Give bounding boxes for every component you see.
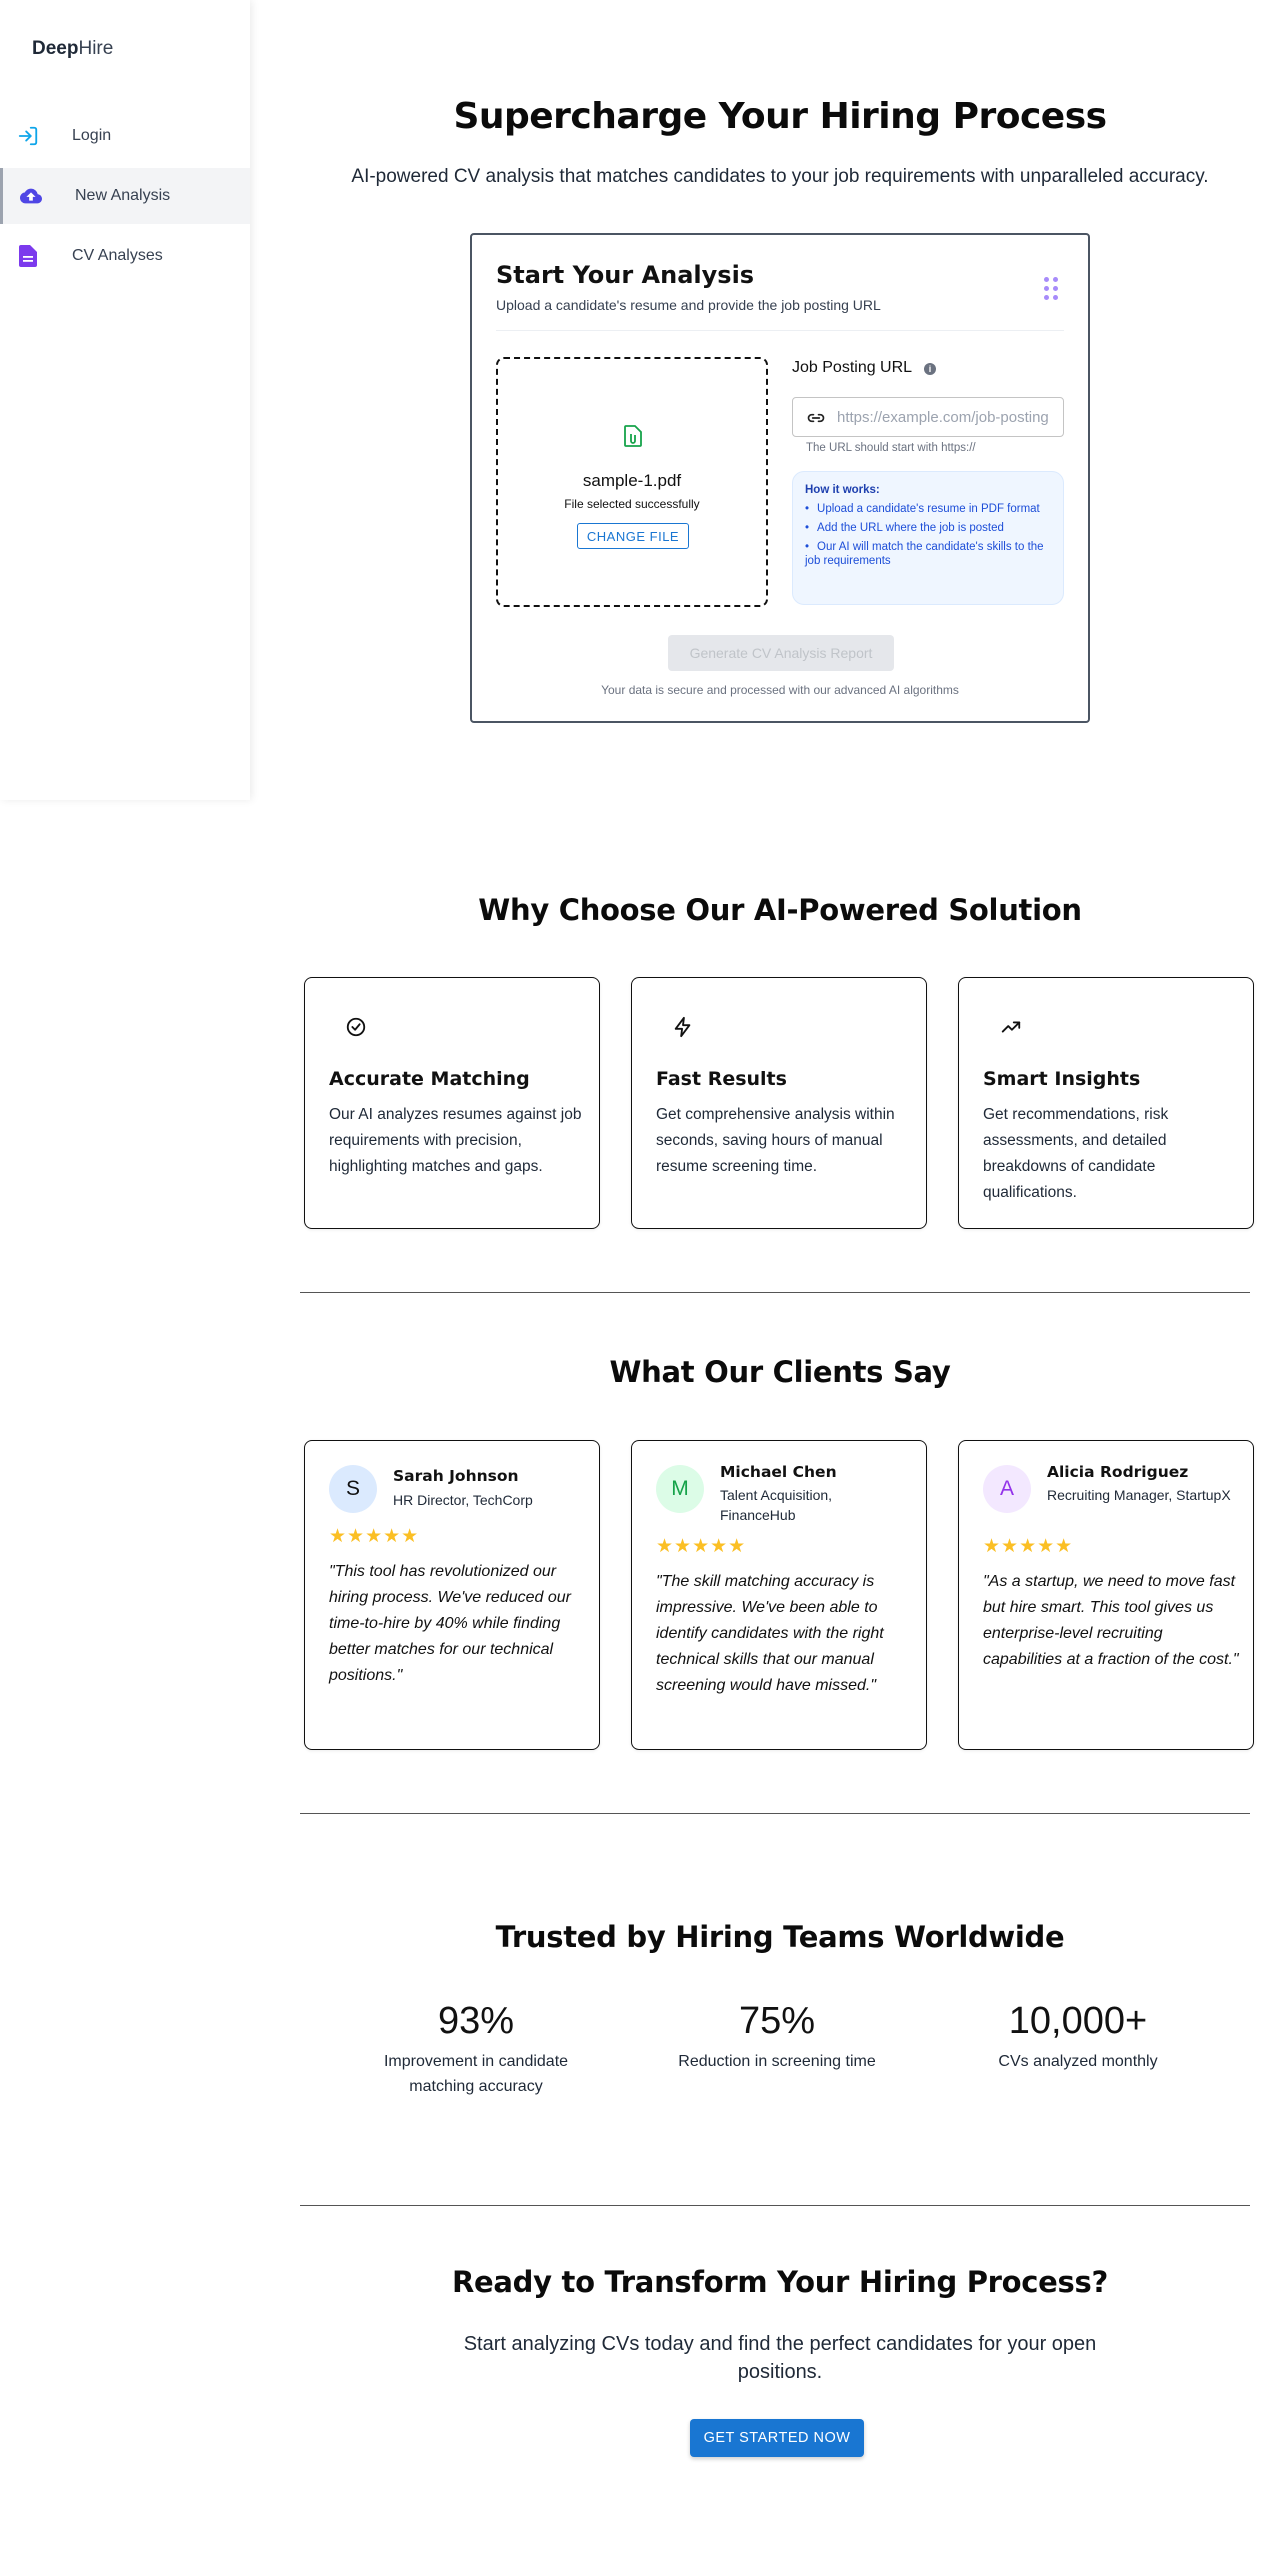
testimonial-card: M Michael Chen Talent Acquisition, Finan…: [631, 1440, 927, 1750]
cta-subtitle: Start analyzing CVs today and find the p…: [463, 2333, 1097, 2383]
stat-value: 75%: [738, 2000, 816, 2042]
link-icon: [805, 408, 827, 433]
how-it-works-heading: How it works:: [805, 484, 880, 496]
change-file-button[interactable]: CHANGE FILE: [577, 523, 689, 549]
sidebar: DeepHire Login New Analysis CV Analyses: [0, 0, 250, 800]
avatar: S: [329, 1465, 377, 1513]
stat-value: 93%: [437, 2000, 515, 2042]
feature-card: Smart Insights Get recommendations, risk…: [958, 977, 1254, 1229]
job-url-field[interactable]: [792, 397, 1064, 437]
stats-title: Trusted by Hiring Teams Worldwide: [495, 1920, 1065, 1954]
analysis-card: Start Your Analysis Upload a candidate's…: [470, 233, 1090, 723]
sidebar-item-new-analysis[interactable]: New Analysis: [0, 168, 250, 224]
testimonial-role: Talent Acquisition, FinanceHub: [720, 1487, 833, 1523]
cloud-upload-icon: [19, 184, 43, 208]
testimonials-title: What Our Clients Say: [609, 1355, 951, 1389]
stat-value: 10,000+: [1008, 2000, 1148, 2042]
divider: [300, 1292, 1250, 1293]
list-item: Upload a candidate's resume in PDF forma…: [805, 502, 1051, 516]
star-rating: ★★★★★: [983, 1536, 1074, 1557]
file-status: File selected successfully: [564, 497, 700, 511]
feature-description: Get comprehensive analysis within second…: [656, 1106, 895, 1175]
feature-card: Fast Results Get comprehensive analysis …: [631, 977, 927, 1229]
testimonial-quote: "This tool has revolutionized our hiring…: [329, 1563, 571, 1684]
star-rating: ★★★★★: [329, 1526, 420, 1547]
testimonial-card: S Sarah Johnson HR Director, TechCorp ★★…: [304, 1440, 600, 1750]
stat-item: 10,000+ CVs analyzed monthly: [953, 2000, 1203, 2074]
feature-description: Our AI analyzes resumes against job requ…: [329, 1106, 582, 1175]
divider: [300, 2205, 1250, 2206]
security-note: Your data is secure and processed with o…: [601, 683, 959, 697]
testimonial-card: A Alicia Rodriguez Recruiting Manager, S…: [958, 1440, 1254, 1750]
drag-handle-icon[interactable]: [1044, 277, 1058, 301]
card-title: Start Your Analysis: [496, 261, 755, 289]
file-name: sample-1.pdf: [582, 471, 682, 490]
how-it-works-box: How it works: Upload a candidate's resum…: [792, 471, 1064, 605]
sidebar-item-cv-analyses[interactable]: CV Analyses: [0, 228, 250, 284]
login-icon: [16, 124, 40, 148]
list-item: Our AI will match the candidate's skills…: [805, 540, 1051, 568]
file-dropzone[interactable]: sample-1.pdf File selected successfully …: [496, 357, 768, 607]
job-url-input[interactable]: [837, 406, 1057, 428]
cta-title: Ready to Transform Your Hiring Process?: [452, 2265, 1108, 2299]
card-subtitle: Upload a candidate's resume and provide …: [496, 297, 881, 313]
divider: [300, 1813, 1250, 1814]
feature-card: Accurate Matching Our AI analyzes resume…: [304, 977, 600, 1229]
lightning-icon: [672, 1016, 694, 1043]
sidebar-item-label: Login: [72, 127, 112, 144]
feature-description: Get recommendations, risk assessments, a…: [983, 1106, 1169, 1201]
avatar: A: [983, 1465, 1031, 1513]
get-started-button[interactable]: GET STARTED NOW: [690, 2419, 864, 2457]
brand-logo[interactable]: DeepHire: [32, 38, 113, 60]
sidebar-item-label: New Analysis: [75, 187, 171, 204]
sidebar-item-login[interactable]: Login: [0, 108, 250, 164]
pdf-file-icon: [624, 425, 642, 452]
feature-title: Smart Insights: [983, 1068, 1141, 1090]
check-circle-icon: [345, 1016, 367, 1043]
avatar: M: [656, 1465, 704, 1513]
stat-item: 75% Reduction in screening time: [652, 2000, 902, 2074]
testimonial-quote: "The skill matching accuracy is impressi…: [656, 1573, 884, 1694]
features-title: Why Choose Our AI-Powered Solution: [478, 893, 1082, 927]
testimonial-name: Alicia Rodriguez: [1047, 1463, 1189, 1481]
info-icon[interactable]: i: [924, 363, 936, 375]
testimonial-name: Sarah Johnson: [393, 1467, 519, 1485]
stat-item: 93% Improvement in candidate matching ac…: [351, 2000, 601, 2099]
hero-subtitle: AI-powered CV analysis that matches cand…: [351, 166, 1209, 187]
star-rating: ★★★★★: [656, 1536, 747, 1557]
feature-title: Accurate Matching: [329, 1068, 530, 1090]
url-helper-text: The URL should start with https://: [806, 442, 976, 454]
testimonial-role: Recruiting Manager, StartupX: [1047, 1487, 1231, 1503]
sidebar-item-label: CV Analyses: [72, 247, 163, 264]
stat-label: Improvement in candidate matching accura…: [383, 2053, 569, 2095]
testimonial-name: Michael Chen: [720, 1463, 837, 1481]
testimonial-quote: "As a startup, we need to move fast but …: [983, 1573, 1239, 1668]
testimonial-role: HR Director, TechCorp: [393, 1492, 533, 1508]
generate-report-button[interactable]: Generate CV Analysis Report: [668, 635, 894, 671]
feature-title: Fast Results: [656, 1068, 787, 1090]
job-url-label: Job Posting URL: [792, 359, 913, 376]
list-item: Add the URL where the job is posted: [805, 521, 1051, 535]
stat-label: Reduction in screening time: [678, 2053, 876, 2070]
stat-label: CVs analyzed monthly: [998, 2053, 1158, 2070]
hero-title: Supercharge Your Hiring Process: [453, 96, 1107, 137]
document-icon: [16, 244, 40, 268]
divider: [496, 330, 1064, 331]
trending-up-icon: [999, 1016, 1023, 1043]
